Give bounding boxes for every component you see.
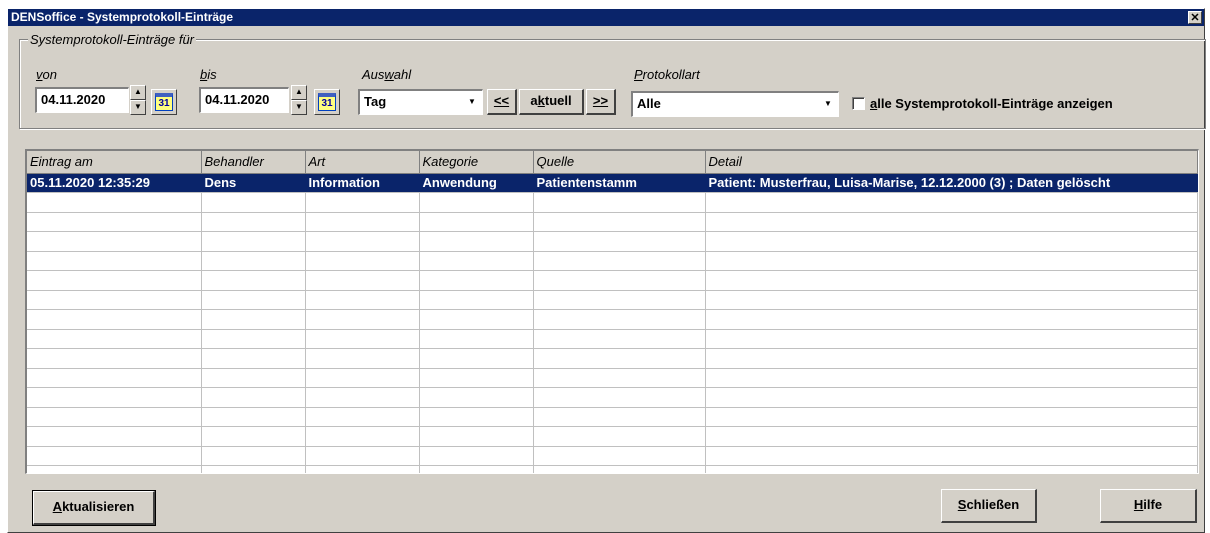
log-entries-table[interactable]: Eintrag am Behandler Art Kategorie Quell… xyxy=(25,149,1199,474)
bis-calendar-button[interactable]: 31 xyxy=(314,89,340,115)
empty-row xyxy=(27,231,1198,252)
table-row[interactable]: 05.11.2020 12:35:29 Dens Information Anw… xyxy=(27,173,1198,193)
column-header-art[interactable]: Art xyxy=(305,151,420,174)
calendar-icon: 31 xyxy=(155,93,173,111)
von-label: von xyxy=(36,67,57,82)
auswahl-label: Auswahl xyxy=(362,67,412,82)
dropdown-arrow-icon[interactable]: ▼ xyxy=(464,93,480,111)
current-period-button[interactable]: aktuell xyxy=(519,89,584,115)
column-header-kategorie[interactable]: Kategorie xyxy=(419,151,534,174)
empty-row xyxy=(27,348,1198,369)
empty-row xyxy=(27,329,1198,349)
refresh-button[interactable]: Aktualisieren xyxy=(32,490,156,526)
close-button[interactable]: Schließen xyxy=(941,489,1037,523)
table-header-row: Eintrag am Behandler Art Kategorie Quell… xyxy=(27,151,1198,174)
cell-art[interactable]: Information xyxy=(305,173,420,193)
empty-row xyxy=(27,446,1198,466)
spin-up-icon[interactable]: ▲ xyxy=(291,85,307,100)
column-header-behandler[interactable]: Behandler xyxy=(201,151,306,174)
calendar-icon: 31 xyxy=(318,93,336,111)
filter-group-label: Systemprotokoll-Einträge für xyxy=(28,32,197,47)
spin-down-icon[interactable]: ▼ xyxy=(291,100,307,115)
auswahl-select[interactable]: Tag ▼ xyxy=(358,89,483,115)
cell-behandler[interactable]: Dens xyxy=(201,173,306,193)
empty-row xyxy=(27,426,1198,447)
cell-kategorie[interactable]: Anwendung xyxy=(419,173,534,193)
protokollart-label: Protokollart xyxy=(634,67,700,82)
von-spinner[interactable]: ▲ ▼ xyxy=(130,85,146,115)
von-date-input[interactable]: 04.11.2020 xyxy=(35,87,129,113)
bis-label: bis xyxy=(200,67,217,82)
filter-groupbox: Systemprotokoll-Einträge für xyxy=(19,32,1206,129)
column-header-quelle[interactable]: Quelle xyxy=(533,151,706,174)
title-bar: DENSoffice - Systemprotokoll-Einträge ✕ xyxy=(8,9,1204,26)
protokollart-value: Alle xyxy=(637,96,661,111)
bis-spinner[interactable]: ▲ ▼ xyxy=(291,85,307,115)
column-header-eintrag[interactable]: Eintrag am xyxy=(27,151,202,174)
empty-row xyxy=(27,465,1198,473)
spin-down-icon[interactable]: ▼ xyxy=(130,100,146,115)
empty-row xyxy=(27,309,1198,330)
empty-row xyxy=(27,270,1198,291)
protokollart-select[interactable]: Alle ▼ xyxy=(631,91,839,117)
empty-row xyxy=(27,290,1198,310)
prev-period-button[interactable]: << xyxy=(487,89,517,115)
empty-row xyxy=(27,212,1198,232)
empty-row xyxy=(27,192,1198,213)
next-period-button[interactable]: >> xyxy=(586,89,616,115)
window-title: DENSoffice - Systemprotokoll-Einträge xyxy=(11,10,234,24)
dropdown-arrow-icon[interactable]: ▼ xyxy=(820,95,836,113)
column-header-detail[interactable]: Detail xyxy=(705,151,1198,174)
auswahl-value: Tag xyxy=(364,94,387,109)
close-window-button[interactable]: ✕ xyxy=(1188,11,1202,24)
spin-up-icon[interactable]: ▲ xyxy=(130,85,146,100)
empty-row xyxy=(27,407,1198,427)
cell-quelle[interactable]: Patientenstamm xyxy=(533,173,706,193)
bis-date-input[interactable]: 04.11.2020 xyxy=(199,87,289,113)
help-button[interactable]: Hilfe xyxy=(1100,489,1197,523)
show-all-checkbox[interactable] xyxy=(852,97,865,110)
cell-eintrag[interactable]: 05.11.2020 12:35:29 xyxy=(27,173,202,193)
show-all-label[interactable]: alle Systemprotokoll-Einträge anzeigen xyxy=(870,96,1113,111)
empty-row xyxy=(27,251,1198,271)
empty-row xyxy=(27,368,1198,388)
empty-row xyxy=(27,387,1198,408)
cell-detail[interactable]: Patient: Musterfrau, Luisa-Marise, 12.12… xyxy=(705,173,1198,193)
von-calendar-button[interactable]: 31 xyxy=(151,89,177,115)
